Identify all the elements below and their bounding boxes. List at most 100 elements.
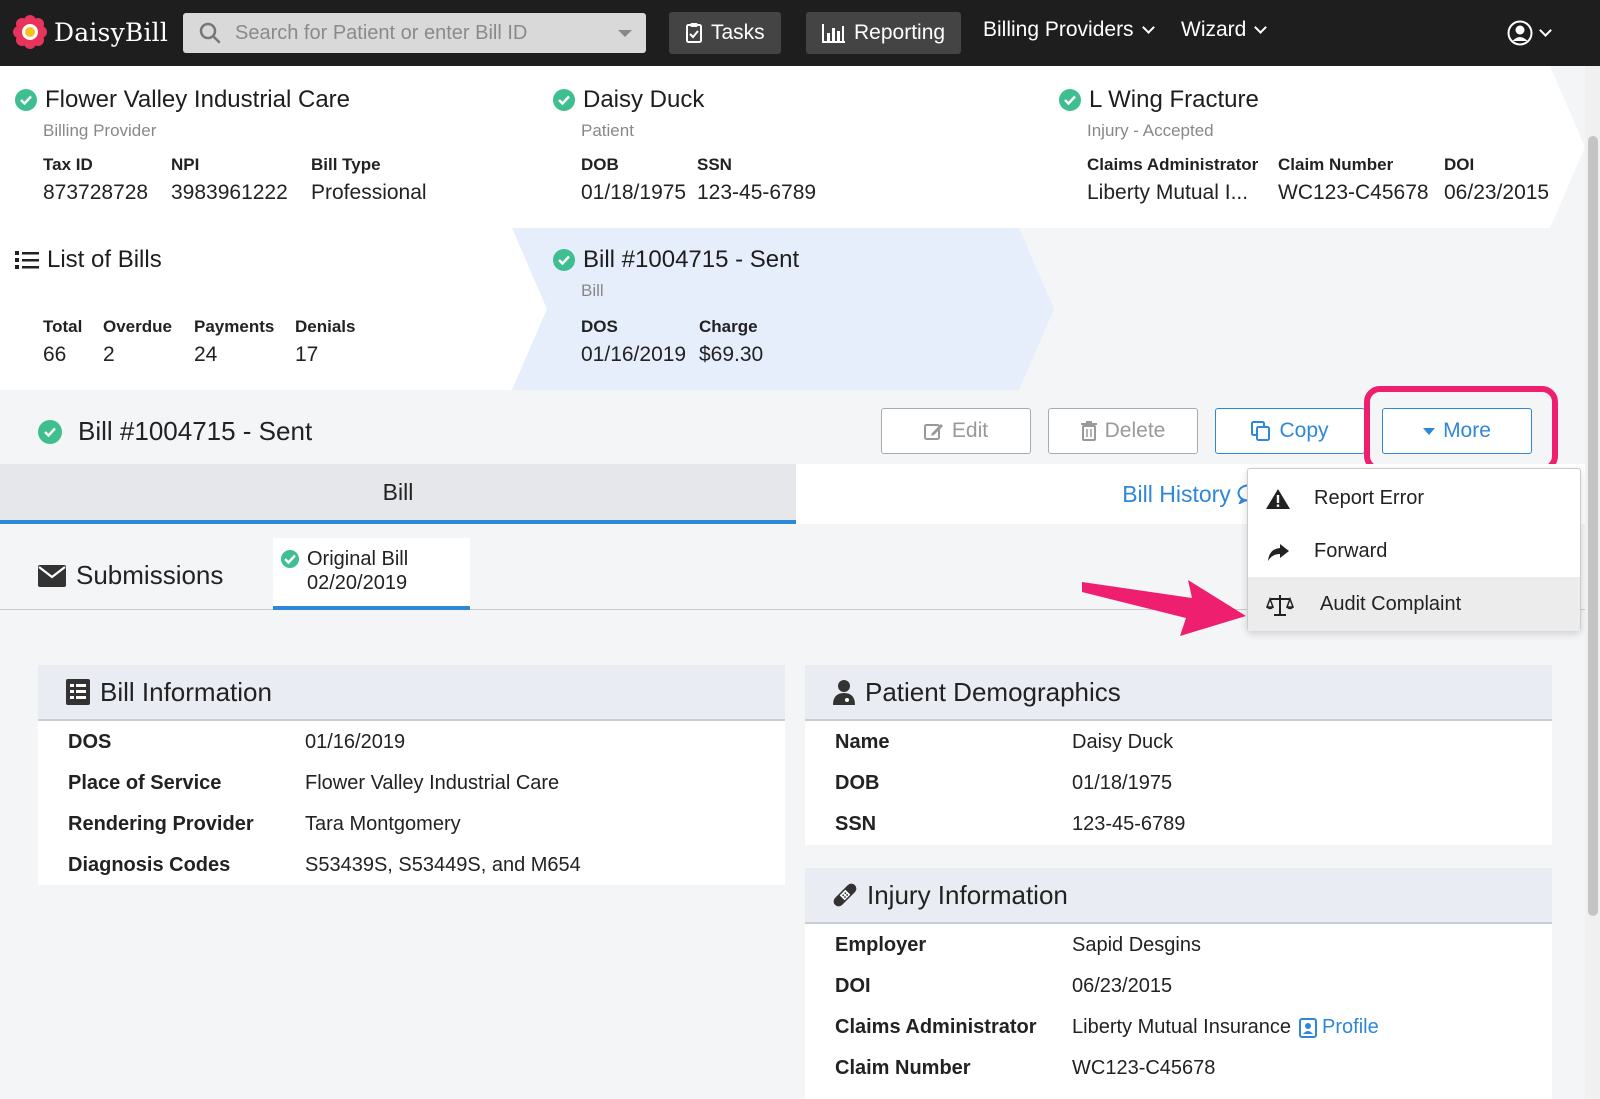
billing-providers-menu[interactable]: Billing Providers bbox=[983, 18, 1155, 42]
delete-button[interactable]: Delete bbox=[1048, 408, 1198, 454]
menu-item-report-error[interactable]: Report Error bbox=[1248, 471, 1580, 525]
injury-doi-label: DOI bbox=[835, 975, 871, 997]
edit-button[interactable]: Edit bbox=[881, 408, 1031, 454]
bill-card-name: Bill #1004715 - Sent bbox=[583, 246, 800, 273]
tasks-label: Tasks bbox=[711, 21, 765, 44]
patient-demographics-header: Patient Demographics bbox=[805, 665, 1552, 721]
more-button-highlight bbox=[1364, 386, 1558, 472]
share-arrow-icon bbox=[1268, 544, 1289, 561]
balance-scale-icon bbox=[1266, 595, 1294, 616]
search-icon bbox=[199, 22, 221, 44]
denials-value: 17 bbox=[295, 343, 319, 366]
tab-bill-label: Bill bbox=[382, 478, 414, 505]
list-icon bbox=[15, 251, 39, 269]
injury-claim-number-label: Claim Number bbox=[835, 1057, 971, 1079]
injury-claim-number-value: WC123-C45678 bbox=[1072, 1057, 1216, 1079]
demo-dob-label: DOB bbox=[835, 772, 880, 794]
provider-card[interactable]: Flower Valley Industrial Care Billing Pr… bbox=[0, 66, 550, 228]
dos-label: DOS bbox=[581, 317, 618, 336]
tax-id-value: 873728728 bbox=[43, 181, 149, 204]
edit-icon bbox=[923, 424, 943, 440]
breadcrumb-cards: Flower Valley Industrial Care Billing Pr… bbox=[0, 66, 1585, 396]
injury-doi-value: 06/23/2015 bbox=[1072, 975, 1173, 997]
dos-value: 01/16/2019 bbox=[581, 343, 687, 366]
wizard-label: Wizard bbox=[1181, 18, 1247, 41]
bill-information-panel: Bill Information DOS 01/16/2019 Place of… bbox=[38, 665, 785, 885]
copy-button[interactable]: Copy bbox=[1215, 408, 1365, 454]
tab-bill[interactable]: Bill bbox=[0, 464, 796, 524]
injury-subtitle: Injury - Accepted bbox=[1087, 121, 1214, 140]
injury-claims-admin-label: Claims Administrator bbox=[835, 1016, 1037, 1038]
rendering-provider-label: Rendering Provider bbox=[68, 813, 254, 835]
copy-label: Copy bbox=[1279, 419, 1329, 442]
envelope-icon bbox=[38, 564, 66, 587]
claims-admin-name: Liberty Mutual Insurance bbox=[1072, 1016, 1292, 1038]
npi-value: 3983961222 bbox=[171, 181, 288, 204]
demo-ssn-value: 123-45-6789 bbox=[1072, 813, 1186, 835]
injury-information-header: Injury Information bbox=[805, 868, 1552, 924]
search-input[interactable] bbox=[235, 21, 605, 45]
user-menu[interactable] bbox=[1507, 20, 1552, 46]
edit-label: Edit bbox=[951, 419, 989, 442]
overdue-label: Overdue bbox=[103, 317, 172, 336]
page-scrollbar[interactable] bbox=[1585, 66, 1600, 1099]
bill-page-title-text: Bill #1004715 - Sent bbox=[78, 416, 313, 446]
bills-list-card[interactable]: List of Bills Total 66 Overdue 2 Payment… bbox=[0, 228, 550, 390]
ssn-value: 123-45-6789 bbox=[697, 181, 817, 204]
total-label: Total bbox=[43, 317, 83, 336]
claim-number-label: Claim Number bbox=[1278, 155, 1394, 174]
ssn-label: SSN bbox=[697, 155, 732, 174]
patient-demographics-title: Patient Demographics bbox=[865, 676, 1121, 707]
wizard-menu[interactable]: Wizard bbox=[1181, 18, 1268, 42]
place-of-service-value: Flower Valley Industrial Care bbox=[305, 772, 560, 794]
demo-dob-value: 01/18/1975 bbox=[1072, 772, 1173, 794]
claims-admin-label: Claims Administrator bbox=[1087, 155, 1259, 174]
reporting-button[interactable]: Reporting bbox=[806, 12, 962, 54]
menu-item-audit-complaint[interactable]: Audit Complaint bbox=[1248, 577, 1580, 631]
brand-name: DaisyBill bbox=[54, 17, 169, 47]
demo-name-value: Daisy Duck bbox=[1072, 731, 1174, 753]
bill-page-title: Bill #1004715 - Sent bbox=[38, 416, 312, 447]
check-circle-icon bbox=[1059, 89, 1081, 111]
injury-claims-admin-value: Liberty Mutual Insurance Profile bbox=[1072, 1016, 1379, 1039]
payments-label: Payments bbox=[194, 317, 275, 336]
place-of-service-label: Place of Service bbox=[68, 772, 222, 794]
bill-card[interactable]: Bill #1004715 - Sent Bill DOS 01/16/2019… bbox=[512, 228, 1057, 390]
search-dropdown-caret-icon[interactable] bbox=[618, 30, 632, 37]
submissions-label: Submissions bbox=[76, 560, 224, 590]
copy-icon bbox=[1251, 421, 1271, 441]
rendering-provider-value: Tara Montgomery bbox=[305, 813, 461, 835]
scrollbar-thumb[interactable] bbox=[1588, 136, 1598, 916]
overdue-value: 2 bbox=[103, 343, 115, 366]
clipboard-check-icon bbox=[686, 23, 702, 43]
chevron-down-icon bbox=[1141, 21, 1155, 34]
injury-information-title: Injury Information bbox=[867, 879, 1068, 910]
pointer-arrow-icon bbox=[1082, 580, 1246, 636]
profile-link[interactable]: Profile bbox=[1299, 1016, 1379, 1039]
check-circle-icon bbox=[281, 550, 299, 568]
chevron-down-icon bbox=[1539, 24, 1552, 37]
bill-type-label: Bill Type bbox=[311, 155, 381, 174]
provider-name: Flower Valley Industrial Care bbox=[45, 86, 351, 113]
tasks-button[interactable]: Tasks bbox=[669, 12, 781, 54]
patient-card[interactable]: Daisy Duck Patient DOB 01/18/1975 SSN 12… bbox=[512, 66, 1057, 228]
payments-value: 24 bbox=[194, 343, 218, 366]
receipt-icon bbox=[66, 679, 90, 705]
brand-logo[interactable]: DaisyBill bbox=[12, 14, 168, 50]
injury-card[interactable]: L Wing Fracture Injury - Accepted Claims… bbox=[1019, 66, 1585, 228]
provider-subtitle: Billing Provider bbox=[43, 121, 157, 140]
contact-card-icon bbox=[1299, 1017, 1318, 1038]
user-circle-icon bbox=[1507, 20, 1533, 46]
total-value: 66 bbox=[43, 343, 67, 366]
bills-list-name: List of Bills bbox=[47, 246, 162, 273]
claim-number-value: WC123-C45678 bbox=[1278, 181, 1429, 204]
menu-item-forward[interactable]: Forward bbox=[1248, 524, 1580, 578]
tax-id-label: Tax ID bbox=[43, 155, 93, 174]
patient-name: Daisy Duck bbox=[583, 86, 705, 113]
search-box[interactable] bbox=[183, 13, 646, 53]
bar-chart-icon bbox=[822, 24, 845, 43]
tab-original-bill[interactable]: Original Bill 02/20/2019 bbox=[273, 538, 470, 610]
check-circle-icon bbox=[15, 89, 37, 111]
check-circle-icon bbox=[553, 249, 575, 271]
top-navbar: DaisyBill Tasks Reporting Billing Provid… bbox=[0, 0, 1600, 66]
